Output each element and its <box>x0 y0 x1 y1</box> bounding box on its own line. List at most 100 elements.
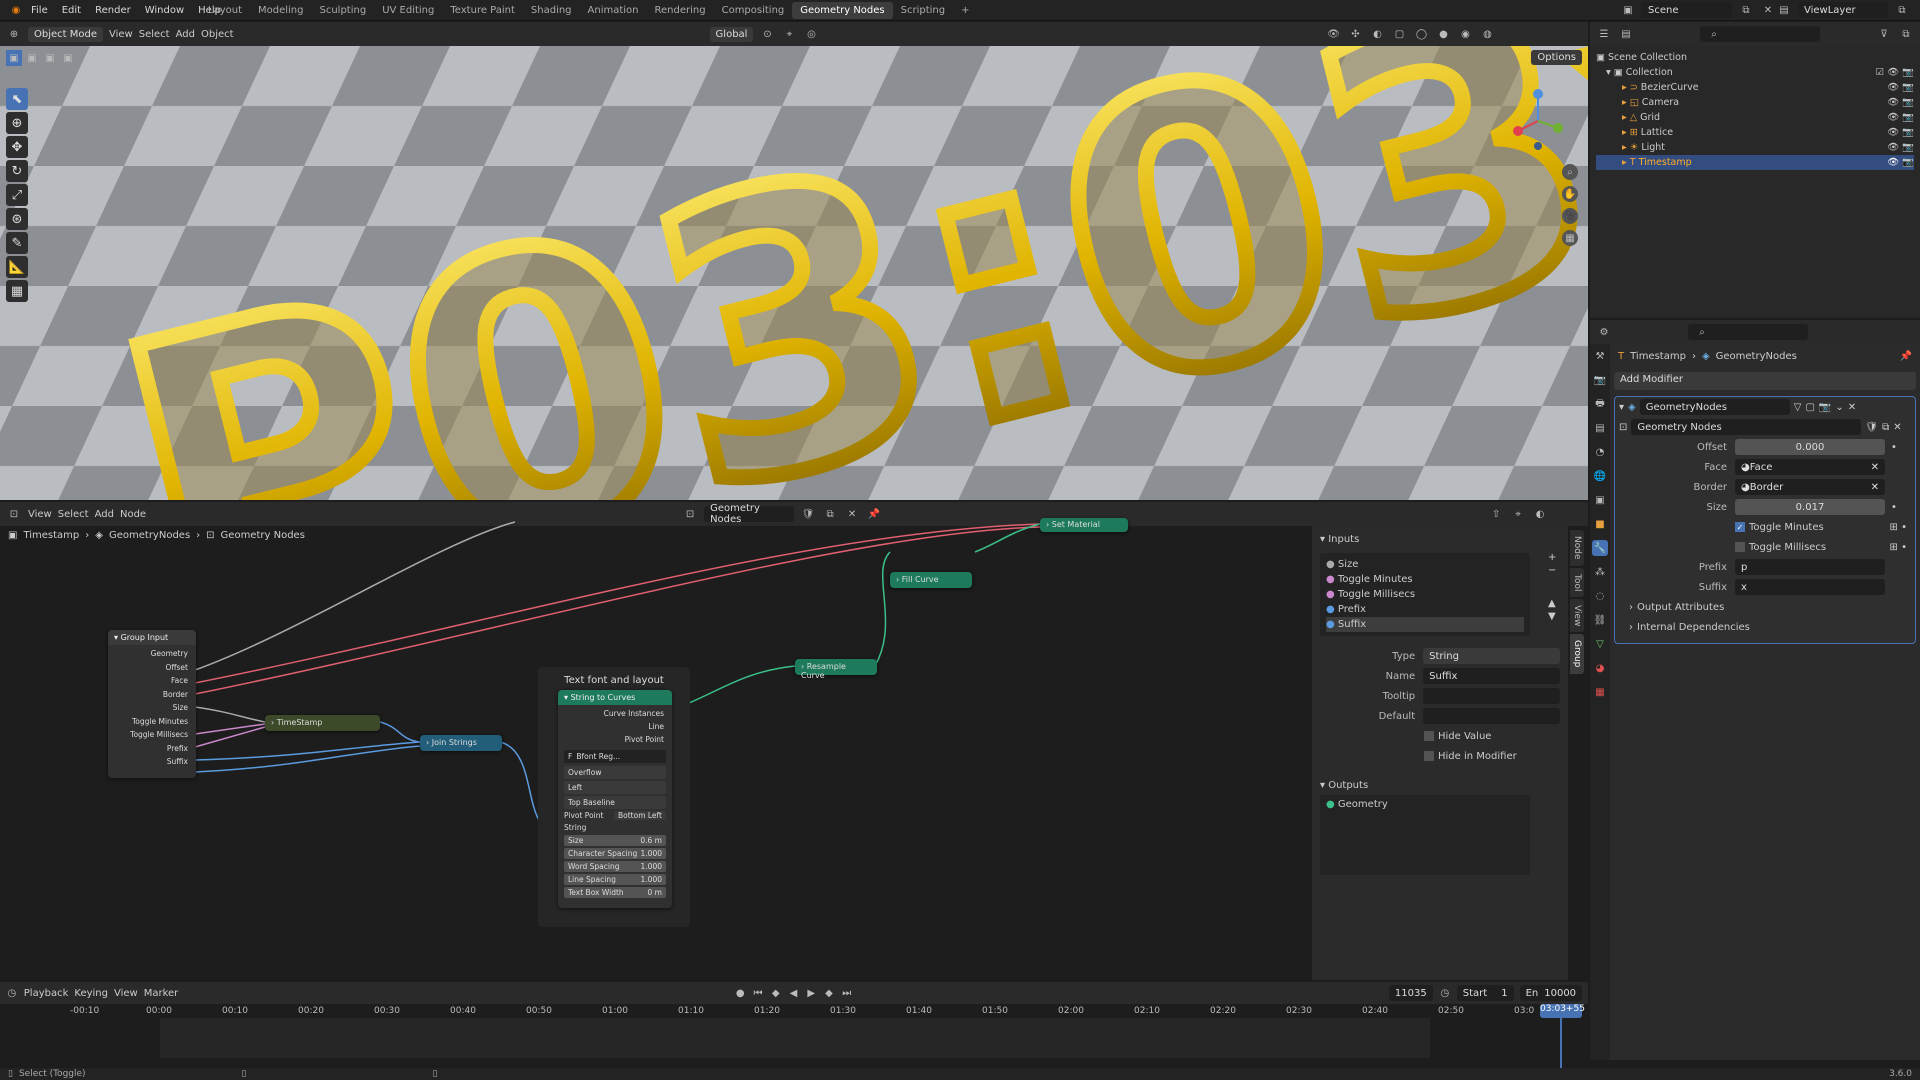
add-input-icon[interactable]: + <box>1548 552 1556 563</box>
keyframe-dot-icon[interactable]: • <box>1891 442 1897 453</box>
collection-row[interactable]: ▾ ▣ Collection ☑ 👁 📷 <box>1596 65 1914 80</box>
properties-search-input[interactable]: ⌕ <box>1688 324 1808 340</box>
jump-end-icon[interactable]: ⏭ <box>841 985 853 1001</box>
character-spacing-input[interactable]: Character Spacing 1.000 <box>564 848 666 859</box>
visibility-toggles[interactable]: 👁 📷 <box>1887 140 1914 155</box>
tab-group[interactable]: Group <box>1570 634 1584 674</box>
overlay-icon[interactable]: ◐ <box>1532 506 1548 522</box>
jump-start-icon[interactable]: ⏮ <box>752 985 764 1001</box>
parent-node-icon[interactable]: ⇧ <box>1488 506 1504 522</box>
blender-logo-icon[interactable]: ◉ <box>8 3 24 19</box>
tab-shading[interactable]: Shading <box>523 2 580 19</box>
modifier-tab-icon[interactable]: 🔧 <box>1592 540 1608 556</box>
transform-tool-icon[interactable]: ⊛ <box>6 208 28 230</box>
constraints-tab-icon[interactable]: ⛓ <box>1592 612 1608 628</box>
shading-rendered-icon[interactable]: ◍ <box>1479 26 1495 42</box>
playhead[interactable] <box>1560 1018 1562 1068</box>
outputs-panel-header[interactable]: ▾ Outputs <box>1320 766 1560 795</box>
prefix-input[interactable]: p <box>1735 559 1885 575</box>
select-invert-icon[interactable]: ▣ <box>60 50 76 66</box>
perspective-icon[interactable]: ▦ <box>1562 230 1578 246</box>
editor-type-icon[interactable]: ◷ <box>6 985 18 1001</box>
remove-input-icon[interactable]: − <box>1548 565 1556 576</box>
outliner-item-lattice[interactable]: ▸ ⊞ Lattice 👁 📷 <box>1596 125 1914 140</box>
proportional-icon[interactable]: ◎ <box>803 26 819 42</box>
node-group-field[interactable]: Geometry Nodes <box>1631 419 1862 435</box>
align-y-dropdown[interactable]: Top Baseline <box>564 796 666 809</box>
overlay-icon[interactable]: ◐ <box>1369 26 1385 42</box>
scene-field[interactable]: Scene <box>1642 2 1732 18</box>
unlink-icon[interactable]: ✕ <box>1893 422 1901 433</box>
size-field[interactable]: 0.017 <box>1735 499 1885 515</box>
options-button[interactable]: Options <box>1531 50 1582 65</box>
zoom-icon[interactable]: ⌕ <box>1562 164 1578 180</box>
scene-collection-row[interactable]: ▣ Scene Collection <box>1596 50 1914 65</box>
select-tool-icon[interactable]: ⬉ <box>6 88 28 110</box>
data-tab-icon[interactable]: ▽ <box>1592 636 1608 652</box>
next-key-icon[interactable]: ◆ <box>823 985 835 1001</box>
tab-uv-editing[interactable]: UV Editing <box>374 2 442 19</box>
pan-icon[interactable]: ✋ <box>1562 186 1578 202</box>
properties-type-icon[interactable]: ⚙ <box>1596 324 1612 340</box>
timeline-menu-view[interactable]: View <box>114 988 138 999</box>
viewport-menu-view[interactable]: View <box>109 29 133 40</box>
join-strings-node[interactable]: › Join Strings <box>420 735 502 751</box>
play-reverse-icon[interactable]: ◀ <box>788 985 800 1001</box>
select-extend-icon[interactable]: ▣ <box>24 50 40 66</box>
dropdown-icon[interactable]: ⌄ <box>1835 402 1843 413</box>
measure-tool-icon[interactable]: 📐 <box>6 256 28 278</box>
timeline-menu-keying[interactable]: Keying <box>74 988 108 999</box>
current-frame-field[interactable]: 11035 <box>1388 985 1433 1001</box>
texture-tab-icon[interactable]: ▦ <box>1592 684 1608 700</box>
type-dropdown[interactable]: String <box>1423 648 1560 664</box>
menu-file[interactable]: File <box>24 5 55 16</box>
visibility-toggles[interactable]: 👁 📷 <box>1887 125 1914 140</box>
outliner-search-input[interactable]: ⌕ <box>1700 26 1820 42</box>
mode-dropdown[interactable]: Object Mode <box>28 26 103 42</box>
move-tool-icon[interactable]: ✥ <box>6 136 28 158</box>
particles-tab-icon[interactable]: ⁂ <box>1592 564 1608 580</box>
suffix-input[interactable]: x <box>1735 579 1885 595</box>
output-tab-icon[interactable]: 🖶 <box>1592 396 1608 412</box>
set-material-node[interactable]: › Set Material <box>1040 518 1128 532</box>
input-item-toggle-minutes[interactable]: ● Toggle Minutes <box>1326 572 1524 587</box>
inputs-panel-header[interactable]: ▾ Inputs <box>1320 530 1560 549</box>
hide-value-checkbox[interactable] <box>1424 731 1434 741</box>
camera-view-icon[interactable]: 🎥 <box>1562 208 1578 224</box>
modifier-name-field[interactable]: GeometryNodes <box>1639 399 1790 415</box>
outliner-type-icon[interactable]: ☰ <box>1596 26 1612 42</box>
add-modifier-button[interactable]: Add Modifier <box>1614 372 1916 390</box>
viewport-menu-select[interactable]: Select <box>139 29 170 40</box>
visibility-toggles[interactable]: 👁 📷 <box>1887 155 1914 170</box>
tab-view[interactable]: View <box>1570 598 1584 633</box>
line-spacing-input[interactable]: Line Spacing 1.000 <box>564 874 666 885</box>
viewport-toggle-icon[interactable]: ▢ <box>1805 402 1814 413</box>
font-selector[interactable]: F Bfont Reg... <box>564 750 666 763</box>
move-down-icon[interactable]: ▼ <box>1548 611 1556 622</box>
input-item-prefix[interactable]: ● Prefix <box>1326 602 1524 617</box>
select-new-icon[interactable]: ▣ <box>6 50 22 66</box>
tab-texture-paint[interactable]: Texture Paint <box>442 2 523 19</box>
tool-tab-icon[interactable]: ⚒ <box>1592 348 1608 364</box>
select-subtract-icon[interactable]: ▣ <box>42 50 58 66</box>
collection-tab-icon[interactable]: ▣ <box>1592 492 1608 508</box>
snap-icon[interactable]: ⌖ <box>1510 506 1526 522</box>
xray-icon[interactable]: ▢ <box>1391 26 1407 42</box>
internal-dependencies-panel[interactable]: › Internal Dependencies <box>1615 617 1915 637</box>
cursor-tool-icon[interactable]: ⊕ <box>6 112 28 134</box>
outliner-item-beziercurve[interactable]: ▸ ⊃ BezierCurve 👁 📷 <box>1596 80 1914 95</box>
start-frame-field[interactable]: Start 1 <box>1456 985 1514 1001</box>
view-layer-field[interactable]: ViewLayer <box>1798 2 1888 18</box>
input-item-suffix[interactable]: ● Suffix <box>1326 617 1524 632</box>
timeline-menu-playback[interactable]: Playback <box>24 988 69 999</box>
border-material-field[interactable]: ◕ Border ✕ <box>1735 479 1885 495</box>
pin-icon[interactable]: 📌 <box>1900 351 1918 362</box>
outliner-item-camera[interactable]: ▸ ◱ Camera 👁 📷 <box>1596 95 1914 110</box>
outliner-item-timestamp[interactable]: ▸ T Timestamp 👁 📷 <box>1596 155 1914 170</box>
viewport-canvas[interactable]: P03:03x ▣ ▣ ▣ ▣ Options ⬉ ⊕ ✥ ↻ ⤢ ⊛ ✎ 📐 … <box>0 46 1588 500</box>
new-view-layer-icon[interactable]: ⧉ <box>1894 2 1910 18</box>
fill-curve-node[interactable]: › Fill Curve <box>890 572 972 588</box>
pivot-icon[interactable]: ⊙ <box>759 26 775 42</box>
remove-view-layer-icon[interactable]: ✕ <box>1916 2 1920 18</box>
size-input[interactable]: Size 0.6 m <box>564 835 666 846</box>
